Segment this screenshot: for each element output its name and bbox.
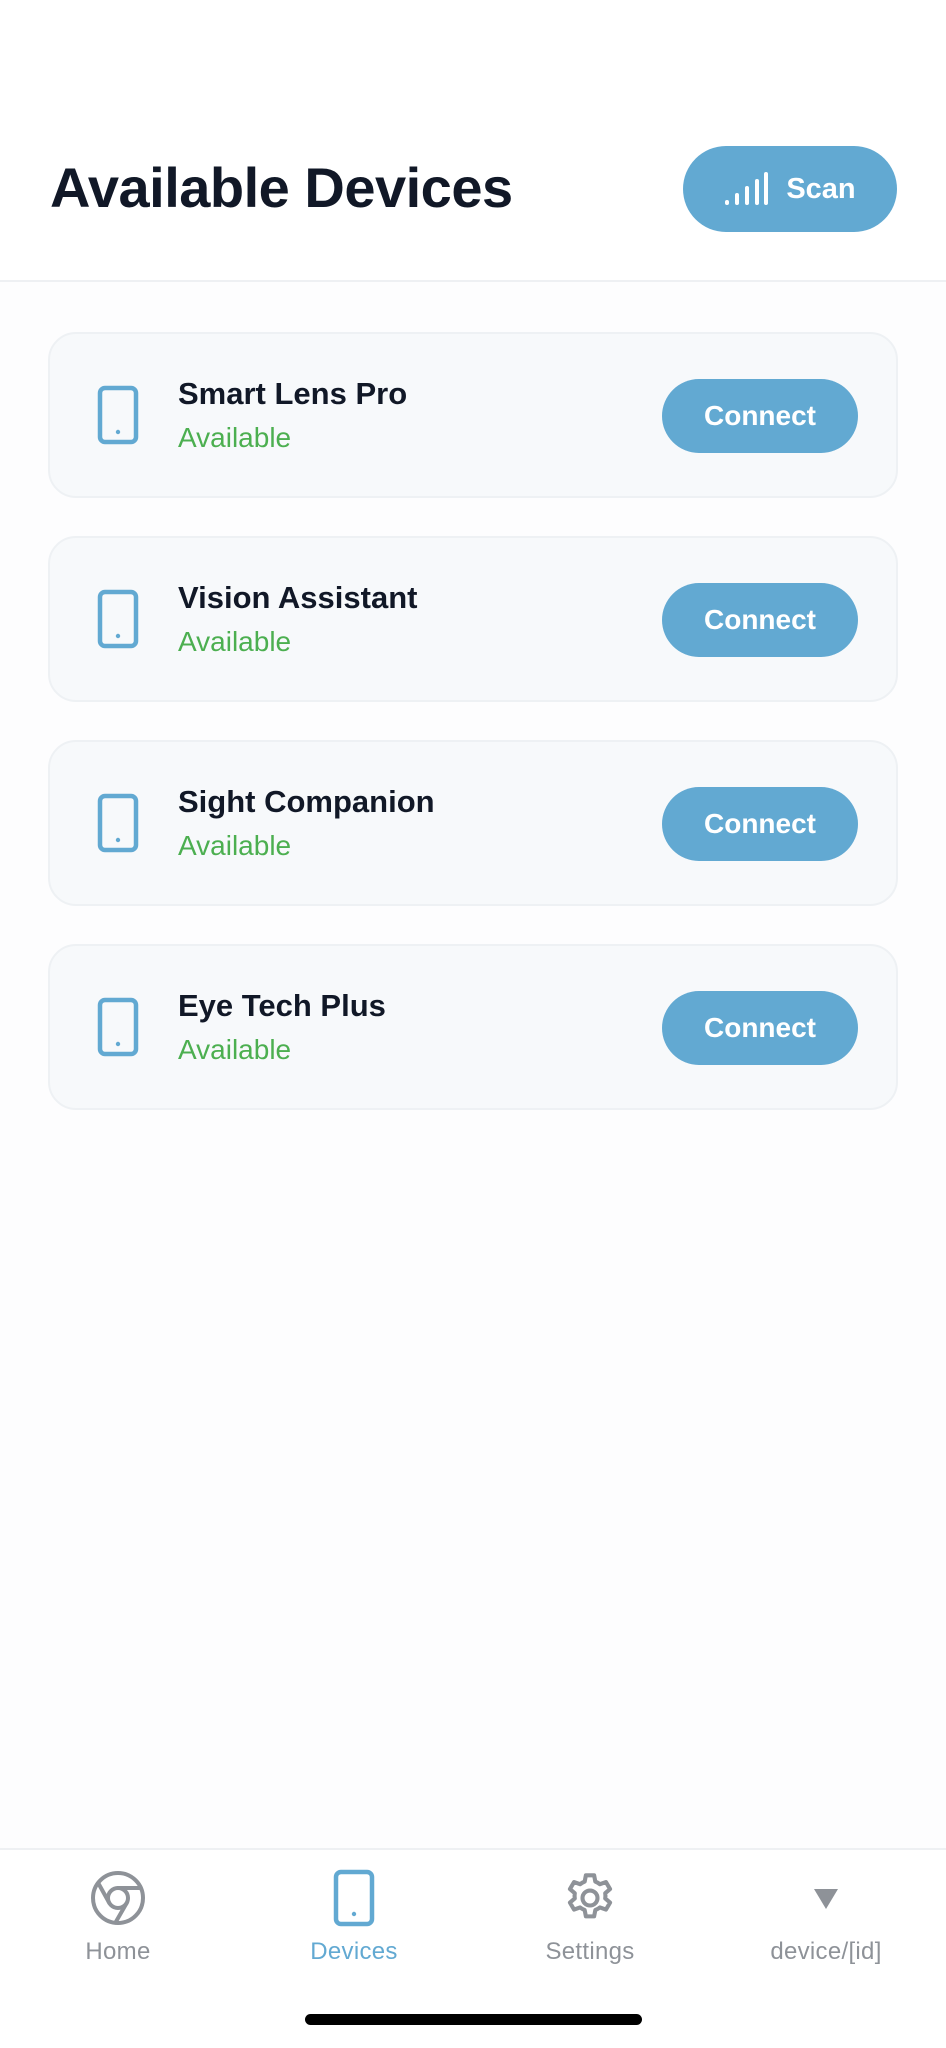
page-title: Available Devices <box>50 156 513 219</box>
device-status: Available <box>178 626 292 657</box>
scan-button-label: Scan <box>786 172 856 205</box>
device-name: Sight Companion <box>178 784 435 819</box>
tab-label: Devices <box>310 1938 398 1965</box>
tablet-icon <box>96 385 140 445</box>
signal-bars-icon <box>724 172 769 206</box>
device-status: Available <box>178 830 292 861</box>
device-list: Smart Lens Pro Available Connect Vision … <box>48 332 898 1148</box>
tablet-icon <box>96 997 140 1057</box>
device-card: Sight Companion Available Connect <box>48 740 898 906</box>
device-status: Available <box>178 422 292 453</box>
chrome-icon <box>88 1868 148 1928</box>
tablet-icon <box>324 1868 384 1928</box>
tab-label: Settings <box>545 1938 635 1965</box>
tab-label: device/[id] <box>770 1938 882 1965</box>
tab-home[interactable]: Home <box>0 1868 236 1978</box>
connect-button[interactable]: Connect <box>662 583 858 657</box>
device-card: Smart Lens Pro Available Connect <box>48 332 898 498</box>
connect-button[interactable]: Connect <box>662 787 858 861</box>
tab-devices[interactable]: Devices <box>236 1868 472 1978</box>
tablet-icon <box>96 589 140 649</box>
device-card: Vision Assistant Available Connect <box>48 536 898 702</box>
device-card: Eye Tech Plus Available Connect <box>48 944 898 1110</box>
gear-icon <box>560 1868 620 1928</box>
app-header: Available Devices Scan <box>0 0 946 282</box>
scan-button[interactable]: Scan <box>683 146 897 232</box>
tab-device-id[interactable]: device/[id] <box>708 1868 944 1978</box>
connect-button[interactable]: Connect <box>662 379 858 453</box>
triangle-down-icon <box>796 1868 856 1928</box>
tab-settings[interactable]: Settings <box>472 1868 708 1978</box>
home-indicator <box>305 2014 642 2025</box>
device-name: Eye Tech Plus <box>178 988 386 1023</box>
tab-label: Home <box>85 1938 151 1965</box>
tablet-icon <box>96 793 140 853</box>
device-status: Available <box>178 1034 292 1065</box>
device-name: Vision Assistant <box>178 580 418 615</box>
device-name: Smart Lens Pro <box>178 376 408 411</box>
connect-button[interactable]: Connect <box>662 991 858 1065</box>
